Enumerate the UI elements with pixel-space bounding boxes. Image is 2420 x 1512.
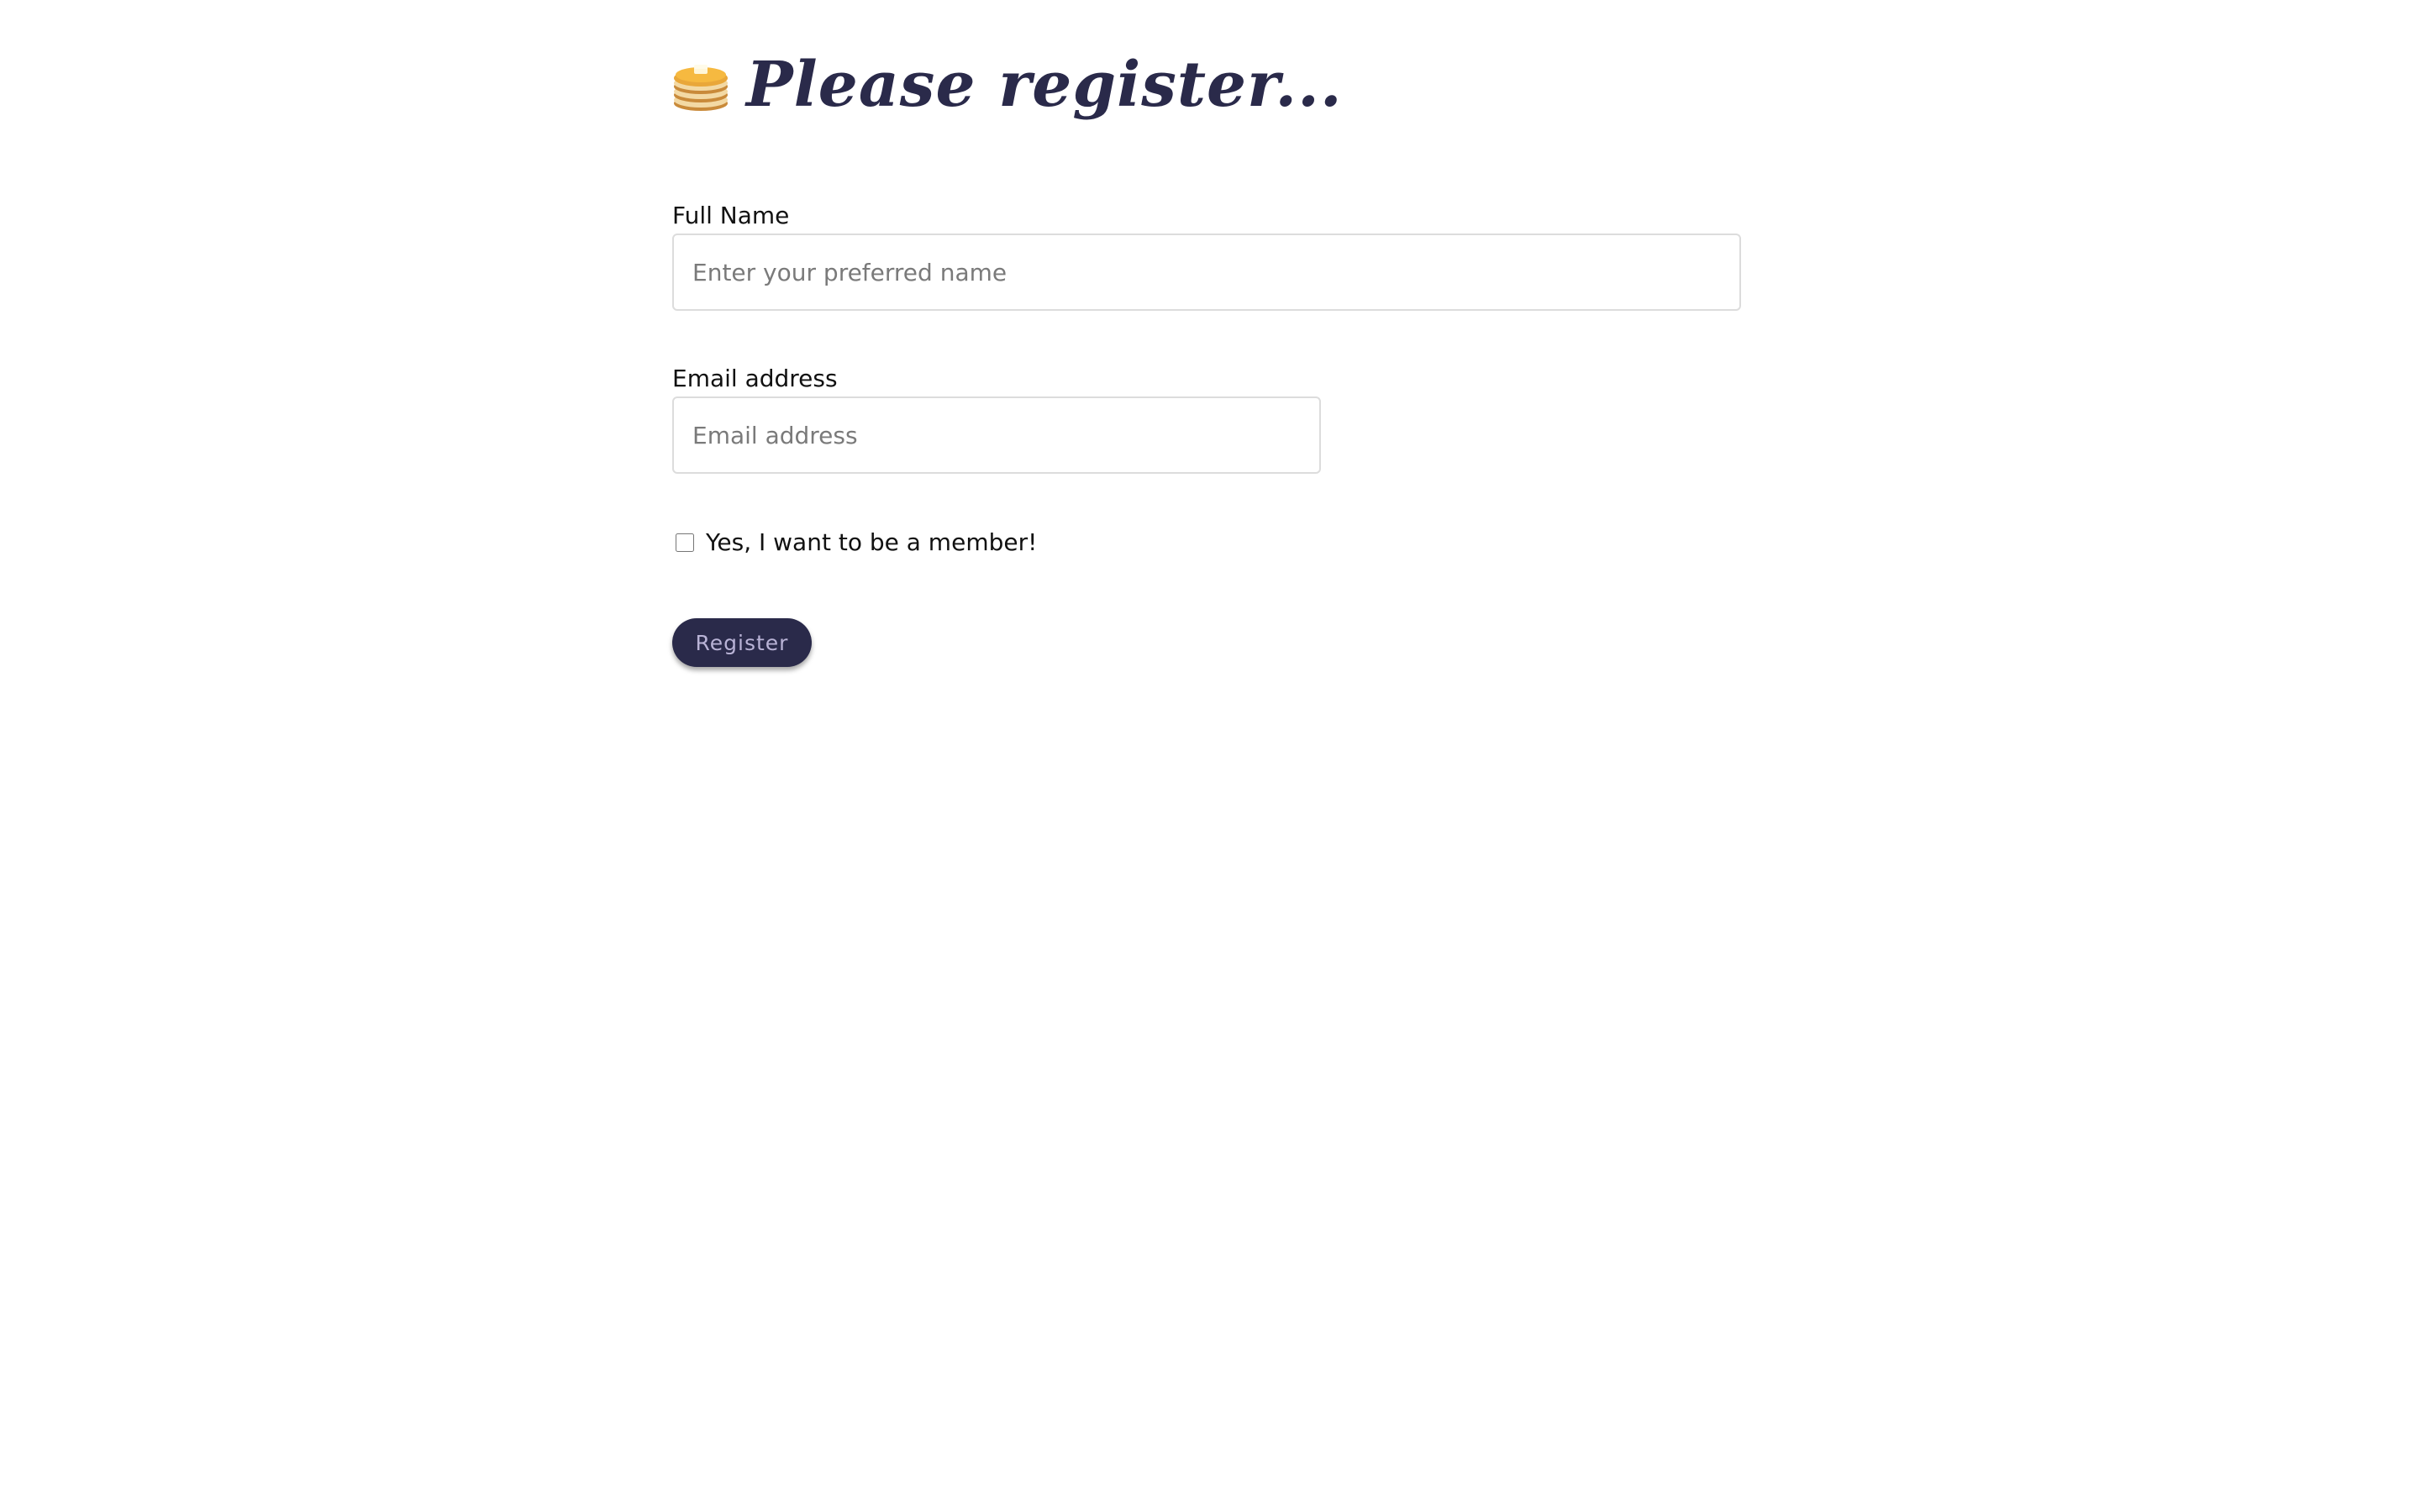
email-input[interactable] bbox=[672, 396, 1321, 474]
registration-page: Please register... Full Name Email addre… bbox=[0, 0, 2420, 1512]
page-header: Please register... bbox=[672, 47, 1343, 123]
full-name-input[interactable] bbox=[672, 234, 1741, 311]
email-label: Email address bbox=[672, 365, 838, 392]
register-button[interactable]: Register bbox=[672, 618, 812, 667]
member-checkbox-row: Yes, I want to be a member! bbox=[676, 526, 1037, 559]
page-title: Please register... bbox=[746, 49, 1343, 121]
pancakes-icon bbox=[672, 58, 729, 112]
member-checkbox-label[interactable]: Yes, I want to be a member! bbox=[706, 528, 1037, 557]
full-name-label: Full Name bbox=[672, 202, 790, 229]
member-checkbox[interactable] bbox=[676, 533, 694, 552]
